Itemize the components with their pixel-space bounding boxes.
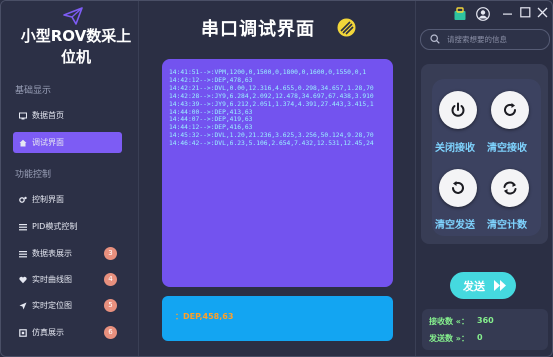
close-icon[interactable] <box>537 7 548 18</box>
square-icon <box>19 328 27 337</box>
search-input[interactable]: 请搜索想要的信息 <box>420 29 550 50</box>
sidebar-item-pid[interactable]: PID模式控制 <box>13 216 122 237</box>
log-line: 14:42:28-->:JY9,6.284,2.092,12.478,34.69… <box>169 92 374 100</box>
minimize-icon[interactable] <box>503 11 513 17</box>
clear-send-button[interactable] <box>439 169 477 207</box>
page-title: 串口调试界面 <box>201 19 315 40</box>
sidebar-item-realtime-curve[interactable]: 实时曲线图 4 <box>13 269 122 290</box>
clear-receive-button[interactable] <box>491 91 529 129</box>
search-icon <box>430 34 440 44</box>
fast-forward-icon <box>494 280 506 291</box>
send-input-value: ：DEP,458,63 <box>175 312 234 321</box>
list-icon <box>19 250 27 257</box>
section-function-control: 功能控制 <box>15 170 52 180</box>
sidebar-item-data-table[interactable]: 数据表展示 3 <box>13 243 122 264</box>
sidebar-item-control[interactable]: 控制界面 <box>13 189 122 210</box>
count-badge: 4 <box>104 273 117 286</box>
user-avatar-icon[interactable] <box>476 7 490 21</box>
divider <box>415 1 416 356</box>
paper-plane-icon <box>63 7 83 25</box>
log-line: 14:42:12-->:DEP,478,63 <box>169 76 253 84</box>
menu-icon <box>19 223 27 230</box>
bag-icon[interactable] <box>453 7 467 21</box>
send-button[interactable]: 发送 <box>450 272 516 299</box>
sidebar-item-label: 调试界面 <box>32 138 64 147</box>
heart-icon <box>19 276 27 283</box>
sidebar-item-label: 实时曲线图 <box>32 275 72 284</box>
close-receive-button[interactable] <box>439 91 477 129</box>
log-line: 14:46:42-->:DVL,6.23,5.106,2.654,7.432,1… <box>169 140 374 148</box>
count-badge: 5 <box>104 299 117 312</box>
search-placeholder: 请搜索想要的信息 <box>447 35 507 44</box>
receive-count-value: 360 <box>477 316 494 325</box>
stats-panel: 接收数 «： 360 发送数 »： 0 <box>422 309 548 350</box>
sidebar-item-label: 数据表展示 <box>32 249 72 258</box>
count-badge: 6 <box>104 326 117 339</box>
log-line: 14:44:00-->:DEP,413,63 <box>169 108 253 116</box>
app-title: 小型ROV数采上位机 <box>20 27 132 66</box>
log-line: 14:42:21-->:DVL,0.00,12.316,4.655,0.298,… <box>169 84 374 92</box>
log-lines: 14:41:51-->:VPM,1200,0,1500,0,1800,0,160… <box>162 59 393 148</box>
log-line: 14:44:07-->:DEP,419,63 <box>169 116 253 124</box>
sidebar-item-debug[interactable]: 调试界面 <box>13 132 122 153</box>
log-line: 14:41:51-->:VPM,1200,0,1500,0,1800,0,160… <box>169 69 367 76</box>
sidebar: 小型ROV数采上位机 基础显示 数据首页 调试界面 功能控制 控制界面 PID模… <box>1 1 139 356</box>
power-icon <box>451 102 465 117</box>
sidebar-item-data-home[interactable]: 数据首页 <box>13 105 122 126</box>
sidebar-item-realtime-position[interactable]: 实时定位图 5 <box>13 295 122 316</box>
receive-log[interactable]: 14:41:51-->:VPM,1200,0,1500,0,1800,0,160… <box>162 59 393 287</box>
count-badge: 3 <box>104 247 117 260</box>
clear-receive-label: 清空接收 <box>487 143 527 154</box>
maximize-icon[interactable] <box>520 7 531 18</box>
send-count-value: 0 <box>477 333 483 342</box>
sidebar-item-label: PID模式控制 <box>32 222 78 231</box>
refresh-icon <box>504 103 516 116</box>
sidebar-item-label: 仿真展示 <box>32 328 64 337</box>
signal-wave-icon <box>337 18 356 37</box>
log-line: 14:45:32-->:DVL,1.20,21.236,3.625,3.256,… <box>169 132 374 140</box>
gears-icon <box>19 196 27 203</box>
sidebar-item-label: 实时定位图 <box>32 301 72 310</box>
sidebar-item-label: 控制界面 <box>32 195 64 204</box>
app-window: 小型ROV数采上位机 基础显示 数据首页 调试界面 功能控制 控制界面 PID模… <box>0 0 553 357</box>
send-count-label: 发送数 »： <box>429 334 469 343</box>
send-input[interactable]: ：DEP,458,63 <box>162 296 393 341</box>
sidebar-item-simulation[interactable]: 仿真展示 6 <box>13 322 122 343</box>
clear-count-label: 清空计数 <box>487 220 527 231</box>
sidebar-item-label: 数据首页 <box>32 111 64 120</box>
clear-count-button[interactable] <box>491 169 529 207</box>
send-button-label: 发送 <box>463 280 485 293</box>
receive-count-label: 接收数 «： <box>429 317 469 326</box>
location-arrow-icon <box>19 302 27 309</box>
sync-icon <box>503 181 517 195</box>
clear-send-label: 清空发送 <box>435 220 475 231</box>
log-line: 14:43:39-->:JY9,6.212,2.051,1.374,4.391,… <box>169 100 374 108</box>
home-icon <box>19 139 27 146</box>
close-receive-label: 关闭接收 <box>435 143 475 154</box>
undo-icon <box>452 181 464 194</box>
section-basic-display: 基础显示 <box>15 86 52 96</box>
receive-count: 接收数 «： 360 <box>429 316 494 327</box>
send-count: 发送数 »： 0 <box>429 333 483 344</box>
log-line: 14:44:12-->:DEP,416,63 <box>169 124 253 132</box>
monitor-icon <box>19 112 27 119</box>
